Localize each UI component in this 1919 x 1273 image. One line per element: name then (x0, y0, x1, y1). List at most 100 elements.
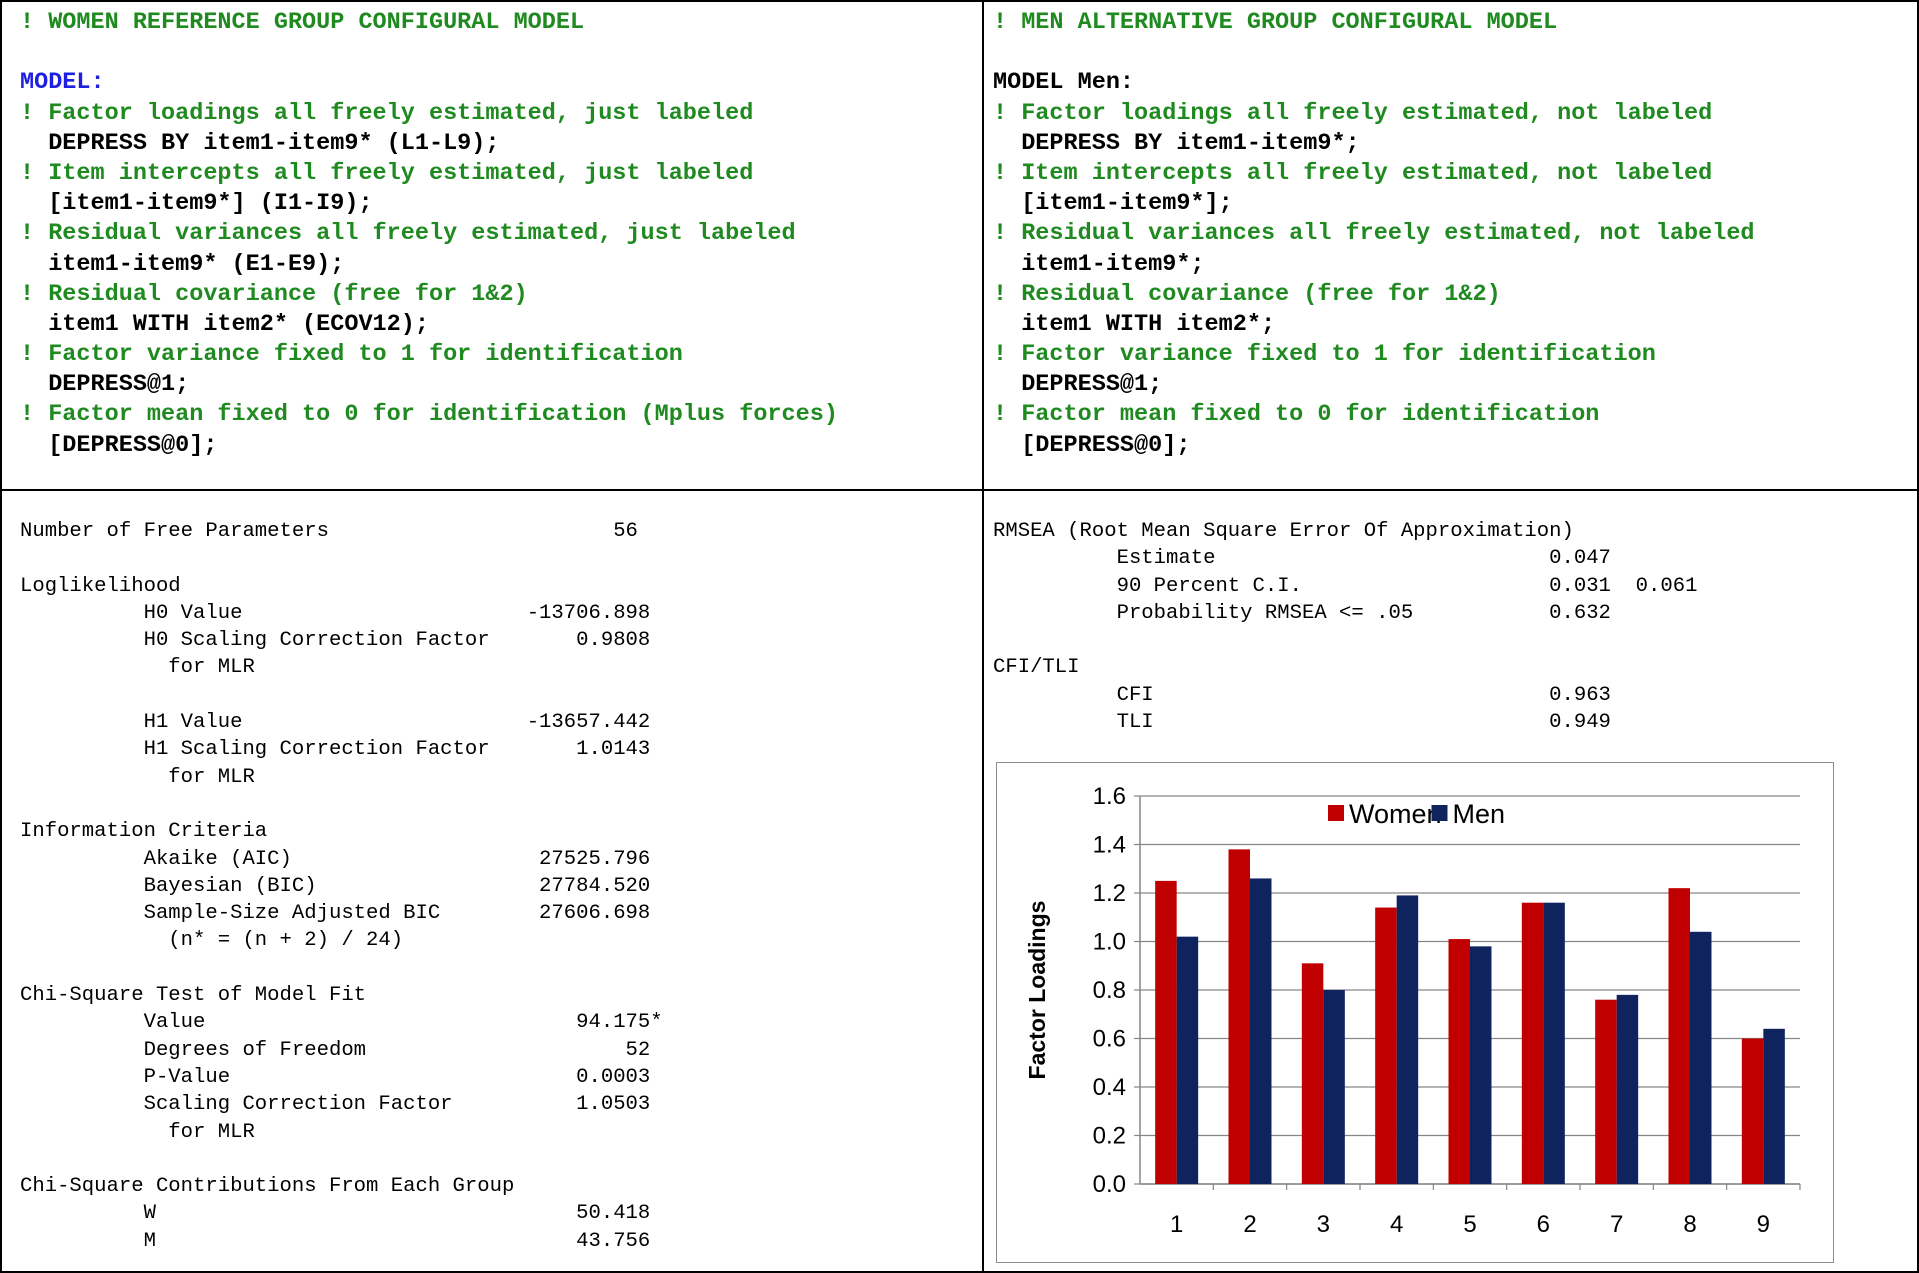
women-code-line: item1-item9* (E1-E9); (20, 250, 345, 278)
x-tick-label: 9 (1757, 1211, 1770, 1238)
y-tick-label: 0.6 (1093, 1026, 1126, 1053)
men-code-line: DEPRESS@1; (993, 371, 1163, 399)
men-code-line: ! Factor mean fixed to 0 for identificat… (993, 401, 1600, 429)
men-code-line: DEPRESS BY item1-item9*; (993, 129, 1360, 157)
fit-output-line: Chi-Square Test of Model Fit (20, 984, 367, 1008)
bar-women (1595, 999, 1617, 1184)
bar-women (1375, 907, 1397, 1184)
bar-women (1741, 1038, 1764, 1184)
women-code-line: DEPRESS@1; (20, 371, 190, 399)
fit-output-line: 90 Percent C.I. 0.031 0.061 (993, 574, 1698, 598)
women-model-code: ! WOMEN REFERENCE GROUP CONFIGURAL MODEL… (20, 8, 838, 461)
fit-output-line: W 50.418 (20, 1202, 651, 1226)
bar-men (1616, 994, 1639, 1184)
bar-men (1323, 990, 1345, 1184)
x-tick-label: 8 (1683, 1211, 1696, 1238)
fit-output-line: Loglikelihood (20, 574, 181, 598)
y-tick-label: 0.8 (1093, 977, 1126, 1004)
fit-output-line: H0 Value -13706.898 (20, 601, 651, 625)
bar-men (1176, 936, 1199, 1184)
fit-output-line (20, 682, 663, 709)
fit-output-line: Probability RMSEA <= .05 0.632 (993, 601, 1611, 625)
men-code-line: ! Residual variances all freely estimate… (993, 220, 1755, 248)
bar-men (1690, 931, 1712, 1184)
fit-output-line: Number of Free Parameters 56 (20, 520, 638, 543)
legend-label-women: Women (1349, 799, 1442, 829)
bar-men (1763, 1028, 1785, 1184)
women-code-line: item1 WITH item2* (ECOV12); (20, 310, 429, 338)
fit-output-line: Degrees of Freedom 52 (20, 1038, 651, 1062)
horizontal-divider (0, 489, 1919, 491)
men-code-line: item1-item9*; (993, 250, 1205, 278)
bar-men (1543, 902, 1565, 1184)
fit-output-line (20, 791, 663, 818)
fit-output-line: Sample-Size Adjusted BIC 27606.698 (20, 902, 651, 926)
fit-output-line: Chi-Square Contributions From Each Group (20, 1175, 515, 1199)
men-code-line (993, 38, 1755, 68)
women-code-line: [DEPRESS@0]; (20, 431, 218, 459)
y-tick-label: 0.4 (1093, 1074, 1126, 1101)
men-code-line: [DEPRESS@0]; (993, 431, 1191, 459)
fit-output-line: for MLR (20, 656, 255, 680)
women-code-line: ! WOMEN REFERENCE GROUP CONFIGURAL MODEL (20, 9, 585, 36)
fit-output-line (993, 627, 1697, 654)
fit-output-line: H1 Scaling Correction Factor 1.0143 (20, 738, 651, 762)
fit-indices-output: RMSEA (Root Mean Square Error Of Approxi… (993, 518, 1697, 736)
fit-output-line: RMSEA (Root Mean Square Error Of Approxi… (993, 520, 1574, 543)
chart-canvas: 0.0 0.2 0.4 0.6 0.8 1.0 1.2 1.4 1.6 1 2 3 4 5 6 7 8 9 Fact… (1024, 783, 1801, 1238)
men-code-line: [item1-item9*]; (993, 190, 1233, 218)
fit-output-line: CFI 0.963 (993, 683, 1611, 707)
men-model-code: ! MEN ALTERNATIVE GROUP CONFIGURAL MODEL… (993, 8, 1755, 461)
men-code-line: ! Residual covariance (free for 1&2) (993, 280, 1501, 308)
y-axis-label: Factor Loadings (1024, 901, 1050, 1080)
x-tick-label: 1 (1170, 1211, 1183, 1238)
vertical-divider (982, 0, 984, 1273)
fit-output-line: Value 94.175* (20, 1011, 663, 1035)
fit-output-line: Bayesian (BIC) 27784.520 (20, 874, 651, 898)
x-tick-label: 6 (1537, 1211, 1550, 1238)
fit-output-line: TLI 0.949 (993, 711, 1611, 735)
men-code-line: item1 WITH item2*; (993, 310, 1276, 338)
men-code-line: MODEL Men: (993, 69, 1135, 97)
legend-swatch-women (1328, 805, 1344, 821)
fit-output-line: (n* = (n + 2) / 24) (20, 929, 404, 953)
women-code-line: ! Residual variances all freely estimate… (20, 220, 796, 248)
women-code-line: ! Item intercepts all freely estimated, … (20, 159, 754, 187)
legend-label-men: Men (1453, 799, 1506, 829)
fit-output-line: P-Value 0.0003 (20, 1065, 651, 1089)
women-code-line: ! Factor variance fixed to 1 for identif… (20, 341, 683, 369)
women-code-line: [item1-item9*] (I1-I9); (20, 190, 373, 218)
bar-women (1448, 939, 1470, 1184)
y-tick-label: 1.0 (1093, 929, 1126, 956)
y-tick-label: 0.0 (1093, 1171, 1126, 1198)
fit-statistics-output: Number of Free Parameters 56 Loglikelihoo… (20, 518, 663, 1255)
fit-output-line (20, 955, 663, 982)
men-code-line: ! MEN ALTERNATIVE GROUP CONFIGURAL MODEL (993, 9, 1558, 36)
fit-output-line: H1 Value -13657.442 (20, 711, 651, 735)
bar-women (1668, 888, 1690, 1184)
fit-output-line: M 43.756 (20, 1229, 651, 1253)
women-code-line: MODEL: (20, 69, 105, 97)
legend-swatch-men (1431, 805, 1448, 821)
y-tick-label: 1.4 (1093, 832, 1126, 859)
factor-loadings-chart: 0.0 0.2 0.4 0.6 0.8 1.0 1.2 1.4 1.6 1 2 3 4 5 6 7 8 9 Fact… (996, 762, 1834, 1263)
x-tick-label: 4 (1390, 1211, 1403, 1238)
fit-output-line (20, 1146, 663, 1173)
y-tick-label: 1.2 (1093, 880, 1126, 907)
women-code-line (20, 38, 838, 68)
bar-women (1155, 880, 1177, 1184)
fit-output-line: Scaling Correction Factor 1.0503 (20, 1093, 651, 1117)
women-code-line: ! Factor loadings all freely estimated, … (20, 99, 754, 127)
fit-output-line: CFI/TLI (993, 656, 1080, 680)
x-tick-label: 7 (1610, 1211, 1623, 1238)
y-tick-label: 1.6 (1093, 783, 1126, 810)
x-tick-label: 3 (1317, 1211, 1330, 1238)
fit-output-line: Information Criteria (20, 820, 268, 844)
bar-women (1301, 963, 1324, 1184)
fit-output-line: Estimate 0.047 (993, 547, 1611, 571)
fit-output-line: H0 Scaling Correction Factor 0.9808 (20, 629, 651, 653)
men-code-line: ! Factor loadings all freely estimated, … (993, 99, 1713, 127)
x-tick-label: 2 (1243, 1211, 1256, 1238)
men-code-line: ! Item intercepts all freely estimated, … (993, 159, 1713, 187)
bar-men (1250, 878, 1272, 1184)
